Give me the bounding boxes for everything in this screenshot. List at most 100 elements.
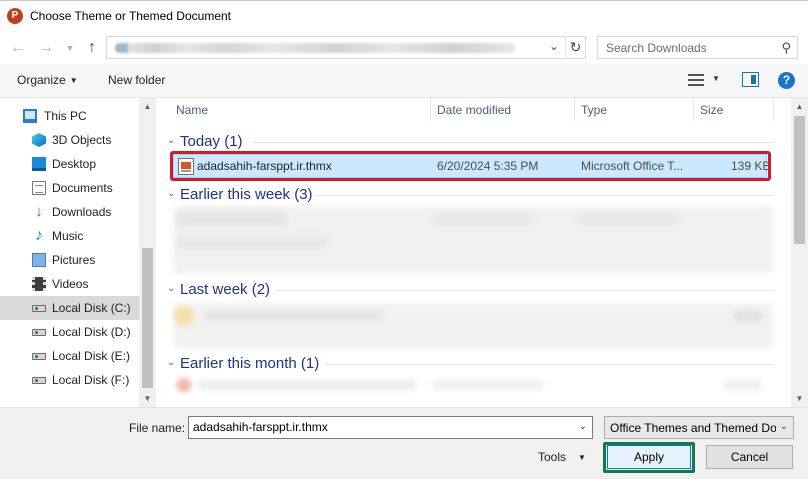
tools-label: Tools xyxy=(538,450,567,464)
sidebar-item-label: Local Disk (F:) xyxy=(52,373,130,387)
sidebar-item-label: Videos xyxy=(52,277,89,291)
sidebar-item-local-disk-e[interactable]: Local Disk (E:) xyxy=(0,344,139,368)
chevron-down-icon: ⌄ xyxy=(167,135,176,146)
forward-arrow-icon[interactable]: → xyxy=(36,38,56,58)
blurred-row-content xyxy=(175,307,193,325)
sidebar-item-local-disk-f[interactable]: Local Disk (F:) xyxy=(0,368,139,392)
sidebar-item-label: Local Disk (E:) xyxy=(52,349,131,363)
search-placeholder[interactable]: Search Downloads xyxy=(606,41,707,55)
blurred-row-content xyxy=(733,310,763,322)
sidebar-item-label: Music xyxy=(52,229,84,243)
group-divider xyxy=(315,195,774,196)
sidebar-item-pictures[interactable]: Pictures xyxy=(0,248,139,272)
preview-pane-icon[interactable] xyxy=(742,72,759,87)
sidebar-item-label: Documents xyxy=(52,181,113,195)
sidebar-item-local-disk-c[interactable]: Local Disk (C:) xyxy=(0,296,139,320)
sidebar-item-music[interactable]: ♪ Music xyxy=(0,224,139,248)
sidebar-scroll-thumb[interactable] xyxy=(142,248,153,388)
blurred-row-content xyxy=(177,236,327,250)
address-dropdown-chevron-icon[interactable]: ⌄ xyxy=(549,39,559,53)
view-options-dropdown-icon[interactable]: ▼ xyxy=(712,74,720,83)
drive-icon xyxy=(32,353,46,360)
column-separator[interactable] xyxy=(693,98,694,121)
drive-icon xyxy=(32,377,46,384)
column-separator[interactable] xyxy=(430,98,431,121)
scroll-up-icon[interactable]: ▲ xyxy=(791,98,808,115)
green-highlight-annotation xyxy=(603,442,695,473)
file-list-scroll-thumb[interactable] xyxy=(794,116,805,244)
powerpoint-app-icon: P xyxy=(7,8,23,24)
blurred-row-content xyxy=(177,212,287,226)
scroll-down-icon[interactable]: ▼ xyxy=(791,390,808,407)
sidebar-item-videos[interactable]: Videos xyxy=(0,272,139,296)
group-header-today[interactable]: ⌄ Today (1) xyxy=(163,131,794,153)
sidebar-item-label: Local Disk (C:) xyxy=(52,301,131,315)
organize-label: Organize xyxy=(17,73,66,87)
sidebar-item-local-disk-d[interactable]: Local Disk (D:) xyxy=(0,320,139,344)
group-divider xyxy=(253,142,774,143)
file-type-select[interactable]: Office Themes and Themed Documents ⌄ xyxy=(604,416,794,439)
organize-dropdown-icon: ▼ xyxy=(69,76,78,85)
tools-dropdown-icon: ▼ xyxy=(578,453,586,462)
column-header-size[interactable]: Size xyxy=(700,103,723,117)
group-label: Last week (2) xyxy=(180,281,271,298)
group-label: Today (1) xyxy=(180,133,243,150)
organize-button[interactable]: Organize ▼ xyxy=(17,73,78,87)
group-divider xyxy=(275,290,774,291)
drive-icon xyxy=(32,305,46,312)
file-name-dropdown-icon[interactable]: ⌄ xyxy=(579,421,587,432)
window-title: Choose Theme or Themed Document xyxy=(30,9,231,23)
tools-button[interactable]: Tools ▼ xyxy=(538,450,586,464)
download-icon: ↓ xyxy=(35,203,43,220)
help-icon[interactable]: ? xyxy=(778,72,795,89)
up-arrow-icon[interactable]: ↑ xyxy=(82,38,102,58)
sidebar-item-documents[interactable]: Documents xyxy=(0,176,139,200)
cancel-button[interactable]: Cancel xyxy=(706,445,793,469)
sidebar-item-desktop[interactable]: Desktop xyxy=(0,152,139,176)
column-header-type[interactable]: Type xyxy=(581,103,607,117)
group-header-earlier-this-month[interactable]: ⌄ Earlier this month (1) xyxy=(163,353,794,375)
blurred-row-content xyxy=(433,380,543,390)
sidebar-item-label: Pictures xyxy=(52,253,96,267)
file-name-combobox[interactable]: ⌄ xyxy=(188,416,593,439)
refresh-icon[interactable]: ↻ xyxy=(565,37,585,58)
title-bar: P Choose Theme or Themed Document xyxy=(0,0,808,32)
sidebar-item-3d-objects[interactable]: 3D Objects xyxy=(0,128,139,152)
scroll-down-icon[interactable]: ▼ xyxy=(139,390,156,407)
column-header-date-modified[interactable]: Date modified xyxy=(437,103,511,117)
blurred-row-content xyxy=(177,378,191,392)
scroll-up-icon[interactable]: ▲ xyxy=(139,98,156,115)
red-highlight-annotation xyxy=(170,151,771,181)
group-header-earlier-this-week[interactable]: ⌄ Earlier this week (3) xyxy=(163,184,794,206)
blurred-row-content xyxy=(723,380,763,390)
sidebar-item-label: Downloads xyxy=(52,205,112,219)
sidebar-scrollbar[interactable]: ▲ ▼ xyxy=(139,98,156,407)
drive-icon xyxy=(32,329,46,336)
file-name-input[interactable] xyxy=(193,420,573,434)
command-toolbar: Organize ▼ New folder ▼ ? xyxy=(0,64,808,98)
search-box[interactable]: Search Downloads ⚲ xyxy=(597,36,798,59)
chevron-down-icon: ⌄ xyxy=(167,188,176,199)
column-header-name[interactable]: Name xyxy=(176,103,208,117)
group-label: Earlier this month (1) xyxy=(180,355,320,372)
recent-locations-chevron-icon[interactable]: ▼ xyxy=(60,38,80,58)
column-header-row: Name ⌃ Date modified Type Size xyxy=(163,98,794,121)
view-options-icon[interactable] xyxy=(688,73,704,87)
new-folder-button[interactable]: New folder xyxy=(108,73,165,87)
column-separator[interactable] xyxy=(773,98,774,121)
file-list-scrollbar[interactable]: ▲ ▼ xyxy=(791,98,808,407)
cube-icon xyxy=(32,133,46,147)
column-separator[interactable] xyxy=(574,98,575,121)
sidebar-item-label: This PC xyxy=(44,109,87,123)
address-path-blurred xyxy=(115,43,515,53)
file-type-dropdown-icon[interactable]: ⌄ xyxy=(779,421,788,432)
computer-icon xyxy=(23,109,37,123)
back-arrow-icon[interactable]: ← xyxy=(8,38,28,58)
sidebar-item-downloads[interactable]: ↓ Downloads xyxy=(0,200,139,224)
sidebar-item-this-pc[interactable]: This PC xyxy=(0,104,139,128)
document-icon xyxy=(32,181,46,195)
chevron-down-icon: ⌄ xyxy=(167,357,176,368)
group-header-last-week[interactable]: ⌄ Last week (2) xyxy=(163,279,794,301)
blurred-row-content xyxy=(203,310,383,322)
address-bar[interactable]: ⌄ ↻ xyxy=(106,36,586,59)
